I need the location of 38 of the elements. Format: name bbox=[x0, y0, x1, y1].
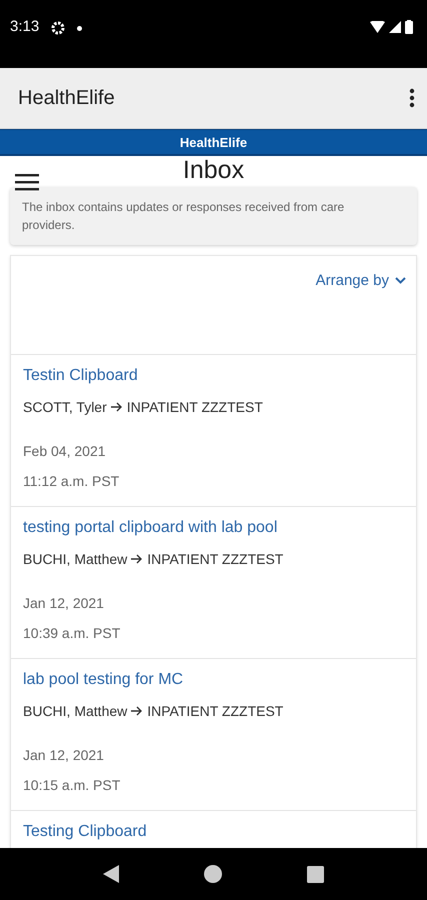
message-sender: SCOTT, Tyler bbox=[23, 399, 107, 415]
arrow-icon bbox=[110, 402, 123, 412]
home-icon[interactable] bbox=[204, 865, 222, 883]
more-icon[interactable] bbox=[409, 88, 415, 108]
message-subject[interactable]: lab pool testing for MC bbox=[23, 671, 184, 689]
banner-title: HealthElife bbox=[180, 134, 248, 150]
message-date: Jan 12, 2021 bbox=[23, 747, 105, 763]
chevron-icon bbox=[395, 277, 406, 284]
message-date: Feb 04, 2021 bbox=[23, 443, 107, 459]
arrow-icon bbox=[131, 706, 144, 716]
app-title: HealthElife bbox=[18, 86, 115, 110]
message-recipient: INPATIENT ZZZTEST bbox=[147, 703, 284, 719]
message-recipient: INPATIENT ZZZTEST bbox=[126, 399, 263, 415]
message-subject[interactable]: testing portal clipboard with lab pool bbox=[23, 519, 278, 537]
recents-icon[interactable] bbox=[307, 866, 324, 882]
signal-icon bbox=[389, 21, 401, 33]
message-subject[interactable]: Testing Clipboard bbox=[23, 823, 147, 841]
message-item[interactable]: testing portal clipboard with lab pool BUCHI, Matthew INPATIENT ZZZTEST Jan 12, 2021 10:39 a.m. PST bbox=[11, 507, 416, 659]
message-time: 10:15 a.m. PST bbox=[23, 777, 122, 793]
battery-icon bbox=[405, 20, 413, 34]
message-time: 10:39 a.m. PST bbox=[23, 625, 122, 641]
message-subject[interactable]: Testin Clipboard bbox=[23, 367, 138, 385]
message-recipient: INPATIENT ZZZTEST bbox=[147, 551, 284, 567]
info-text: The inbox contains updates or responses received from care providers. bbox=[10, 187, 417, 245]
message-sender: BUCHI, Matthew bbox=[23, 551, 128, 567]
message-date: Jan 12, 2021 bbox=[23, 595, 105, 611]
message-time: 11:12 a.m. PST bbox=[23, 473, 120, 489]
message-sender: BUCHI, Matthew bbox=[23, 703, 128, 719]
message-item[interactable]: Testin Clipboard SCOTT, Tyler INPATIENT ZZZTEST Feb 04, 2021 11:12 a.m. PST bbox=[11, 355, 416, 507]
message-item[interactable]: lab pool testing for MC BUCHI, Matthew INPATIENT ZZZTEST Jan 12, 2021 10:15 a.m. PST bbox=[11, 659, 416, 811]
settings-icon bbox=[51, 21, 66, 35]
status-time: 3:13 bbox=[10, 18, 40, 35]
back-icon[interactable] bbox=[102, 865, 119, 883]
arrow-icon bbox=[131, 554, 144, 564]
page-title: Inbox bbox=[182, 156, 244, 185]
notification-dot-icon bbox=[77, 26, 82, 31]
wifi-icon bbox=[370, 21, 385, 33]
arrange-by-button[interactable]: Arrange by bbox=[316, 272, 406, 289]
